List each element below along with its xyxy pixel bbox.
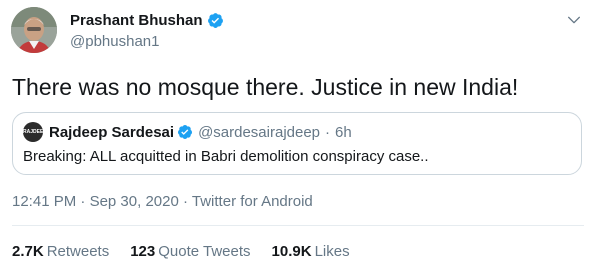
engagement-stats: 2.7K Retweets 123 Quote Tweets 10.9K Likes: [12, 243, 371, 260]
likes-label: Likes: [314, 243, 350, 260]
quote-tweets-stat[interactable]: 123 Quote Tweets: [130, 243, 250, 260]
tweet-text: There was no mosque there. Justice in ne…: [12, 74, 519, 100]
chevron-down-icon[interactable]: [566, 12, 582, 28]
tweet-time[interactable]: 12:41 PM: [12, 193, 76, 210]
quoted-tweet[interactable]: RAJDEEP Rajdeep Sardesai @sardesairajdee…: [12, 112, 582, 175]
quote-tweets-label: Quote Tweets: [158, 243, 251, 260]
quoted-tweet-header: RAJDEEP Rajdeep Sardesai @sardesairajdee…: [23, 122, 352, 142]
likes-count: 10.9K: [271, 243, 312, 260]
separator-dot: ·: [182, 193, 188, 210]
tweet-source[interactable]: Twitter for Android: [192, 193, 313, 210]
tweet-meta: 12:41 PM · Sep 30, 2020 · Twitter for An…: [12, 193, 313, 210]
author-avatar[interactable]: [11, 7, 57, 53]
quoted-tweet-time[interactable]: 6h: [335, 124, 352, 141]
retweets-count: 2.7K: [12, 243, 44, 260]
retweets-stat[interactable]: 2.7K Retweets: [12, 243, 109, 260]
quoted-author-name: Rajdeep Sardesai: [49, 123, 175, 141]
quoted-tweet-text: Breaking: ALL acquitted in Babri demolit…: [23, 148, 429, 165]
likes-stat[interactable]: 10.9K Likes: [272, 243, 350, 260]
quoted-author-handle: @sardesairajdeep: [198, 123, 321, 141]
author-name[interactable]: Prashant Bhushan: [70, 12, 203, 29]
author-info: Prashant Bhushan @pbhushan1: [70, 10, 224, 50]
verified-badge-icon: [178, 125, 193, 139]
author-name-row: Prashant Bhushan: [70, 10, 224, 30]
quoted-author-avatar: RAJDEEP: [23, 122, 43, 142]
quote-tweets-count: 123: [130, 243, 156, 260]
author-handle[interactable]: @pbhushan1: [70, 33, 224, 50]
divider: [12, 225, 584, 226]
retweets-label: Retweets: [46, 243, 110, 260]
separator-dot: ·: [80, 193, 86, 210]
tweet-card: Prashant Bhushan @pbhushan1 There was no…: [0, 0, 596, 269]
separator-dot: ·: [325, 123, 331, 141]
verified-badge-icon: [207, 12, 223, 28]
tweet-date[interactable]: Sep 30, 2020: [90, 193, 179, 210]
